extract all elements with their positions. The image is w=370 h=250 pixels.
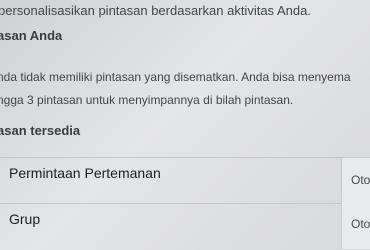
shortcut-visibility-select[interactable]: Oto <box>341 203 370 249</box>
shortcut-label: Permintaan Pertemanan <box>9 165 161 181</box>
available-shortcuts-heading: asan tersedia <box>0 123 81 138</box>
shortcut-row-groups[interactable]: Grup Oto <box>0 203 370 249</box>
pinned-shortcuts-description-line-2: ngga 3 pintasan untuk menyimpannya di bi… <box>0 93 294 107</box>
shortcuts-settings-page: personalisasikan pintasan berdasarkan ak… <box>0 0 370 250</box>
pinned-shortcuts-description-line-1: nda tidak memiliki pintasan yang disemat… <box>0 70 351 84</box>
pinned-shortcuts-heading: asan Anda <box>0 28 63 43</box>
shortcut-visibility-value: Oto <box>351 173 370 187</box>
shortcut-label: Grup <box>9 211 41 227</box>
intro-text: personalisasikan pintasan berdasarkan ak… <box>0 3 311 18</box>
shortcut-row-friend-requests[interactable]: Permintaan Pertemanan Oto <box>0 158 370 204</box>
shortcut-visibility-value: Oto <box>351 217 370 231</box>
shortcut-visibility-select[interactable]: Oto <box>341 158 370 204</box>
